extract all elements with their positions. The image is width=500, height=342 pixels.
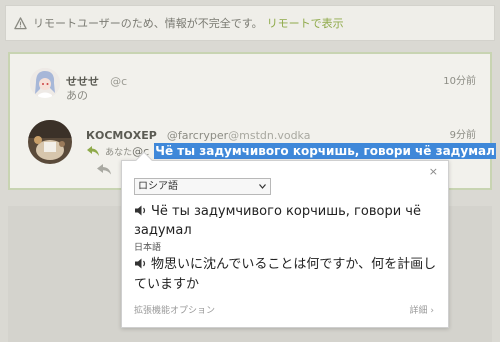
avatar-image [30, 68, 60, 98]
translated-text: 物思いに沈んでいることは何ですか、何を計画していますか [134, 255, 439, 295]
username[interactable]: @c [110, 75, 127, 88]
note-text: あの [66, 89, 88, 102]
speaker-icon[interactable] [134, 258, 147, 269]
note-time[interactable]: 9分前 [450, 126, 476, 141]
close-button[interactable]: × [429, 165, 438, 178]
remote-user-notice: リモートユーザーのため、情報が不完全です。 リモートで表示 [5, 5, 495, 41]
view-remote-link[interactable]: リモートで表示 [267, 15, 344, 31]
avatar-image [28, 120, 72, 164]
note-actions [96, 160, 112, 179]
selected-text[interactable]: Чё ты задумчивого корчишь, говори чё зад… [154, 143, 496, 159]
source-text: Чё ты задумчивого корчишь, говори чё зад… [134, 202, 434, 240]
reply-prefix: あなた [105, 148, 133, 158]
source-text-value: Чё ты задумчивого корчишь, говори чё зад… [134, 204, 421, 238]
note-time[interactable]: 10分前 [443, 72, 476, 87]
avatar[interactable] [30, 68, 60, 98]
avatar[interactable] [28, 120, 72, 164]
note-item: せせせ @c 10分前 あの [10, 62, 490, 112]
target-language-label: 日本語 [134, 243, 162, 253]
speaker-icon[interactable] [134, 205, 147, 216]
source-language-select[interactable]: ロシア語 [134, 178, 271, 195]
extension-options-link[interactable]: 拡張機能オプション [134, 303, 215, 316]
translated-text-value: 物思いに沈んでいることは何ですか、何を計画していますか [134, 257, 437, 292]
details-link[interactable]: 詳細 › [410, 303, 434, 316]
source-language-value: ロシア語 [138, 181, 178, 192]
translation-popup: × ロシア語 Чё ты задумчивого корчишь, говори… [121, 151, 449, 328]
reply-button-icon[interactable] [96, 163, 112, 175]
chevron-down-icon [259, 184, 266, 189]
warning-icon [14, 16, 27, 29]
notice-message: リモートユーザーのため、情報が不完全です。 [33, 17, 263, 30]
reply-icon [87, 145, 99, 156]
